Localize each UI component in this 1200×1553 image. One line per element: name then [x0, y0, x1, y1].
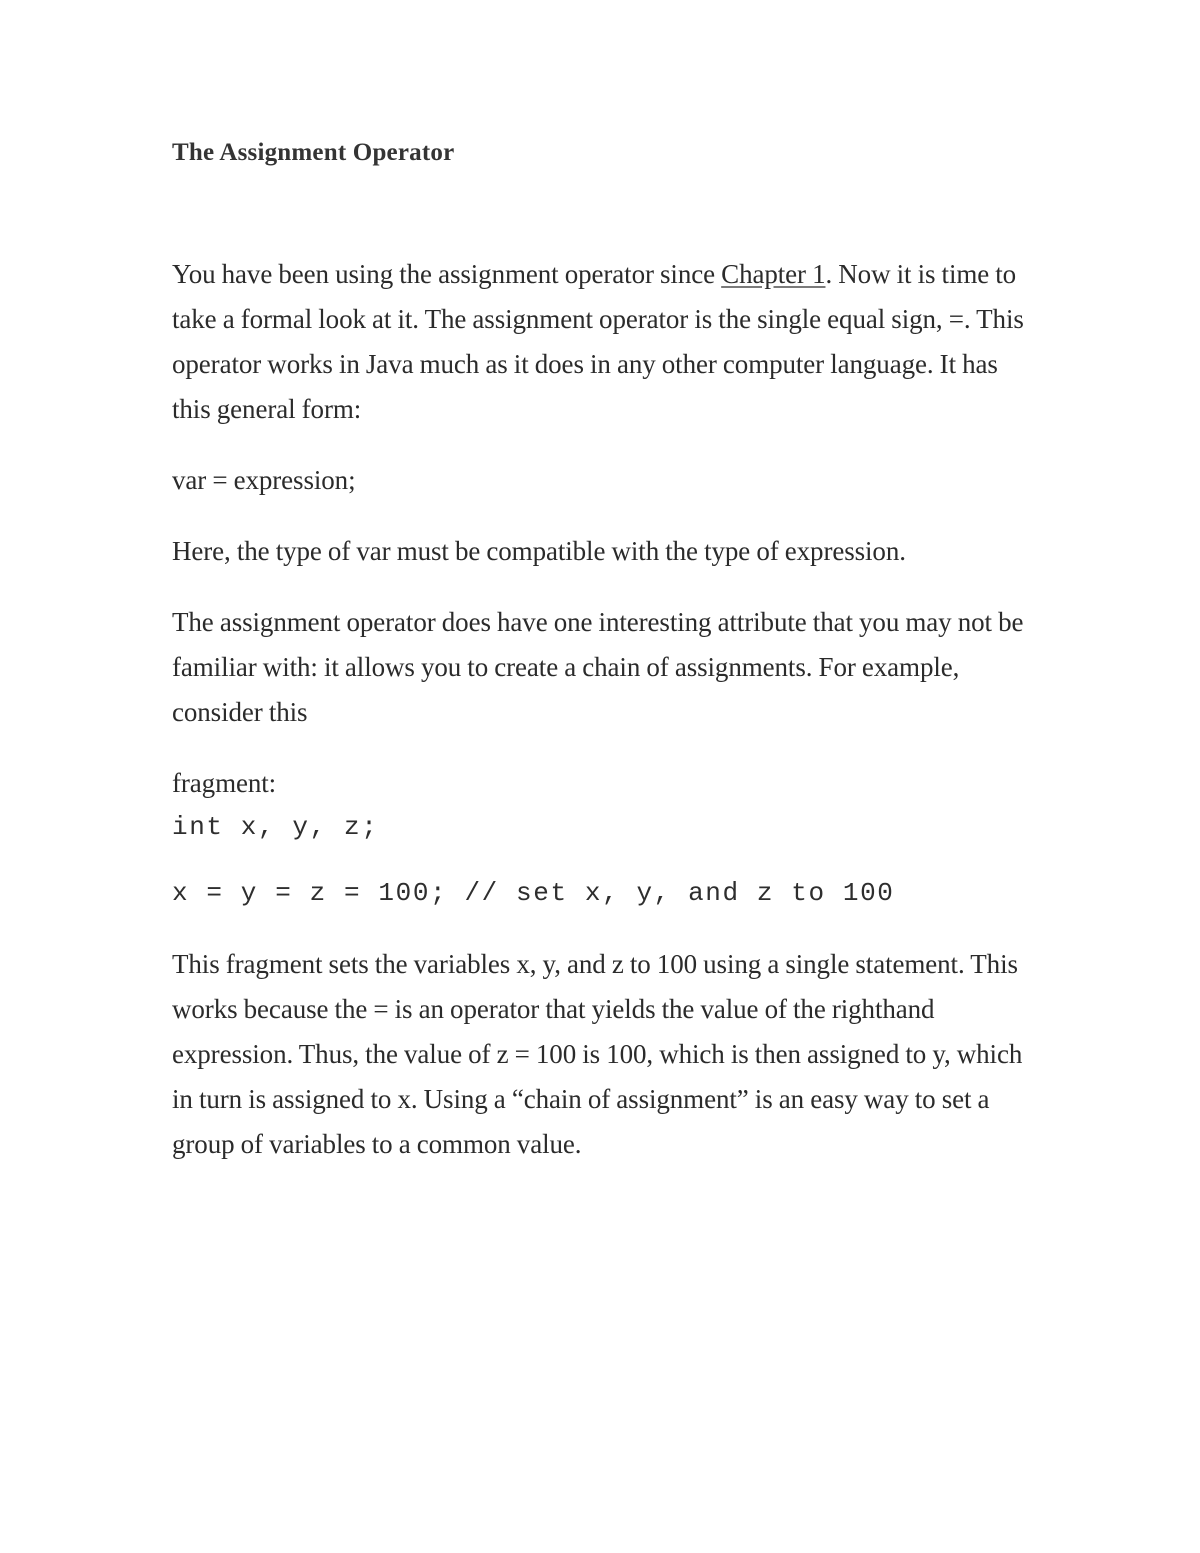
- paragraph-intro: You have been using the assignment opera…: [172, 252, 1042, 432]
- paragraph-intro-text-before-link: You have been using the assignment opera…: [172, 259, 722, 289]
- paragraph-general-form: var = expression;: [172, 465, 356, 495]
- paragraph-chain-attribute: The assignment operator does have one in…: [172, 607, 1024, 727]
- paragraph-explanation: This fragment sets the variables x, y, a…: [172, 949, 1023, 1159]
- code-line-chain-assignment: x = y = z = 100; // set x, y, and z to 1…: [172, 878, 895, 908]
- title-spacer: [172, 168, 1042, 252]
- code-spacer: [172, 912, 1042, 942]
- paragraph-type-compatibility: Here, the type of var must be compatible…: [172, 536, 906, 566]
- chapter-reference-link[interactable]: Chapter 1: [721, 259, 825, 289]
- paragraph-fragment-label: fragment:: [172, 768, 277, 798]
- document-body: The Assignment Operator You have been us…: [172, 138, 1042, 1167]
- page-title: The Assignment Operator: [172, 139, 455, 166]
- document-page: The Assignment Operator You have been us…: [0, 0, 1200, 1553]
- code-line-declaration: int x, y, z;: [172, 812, 379, 842]
